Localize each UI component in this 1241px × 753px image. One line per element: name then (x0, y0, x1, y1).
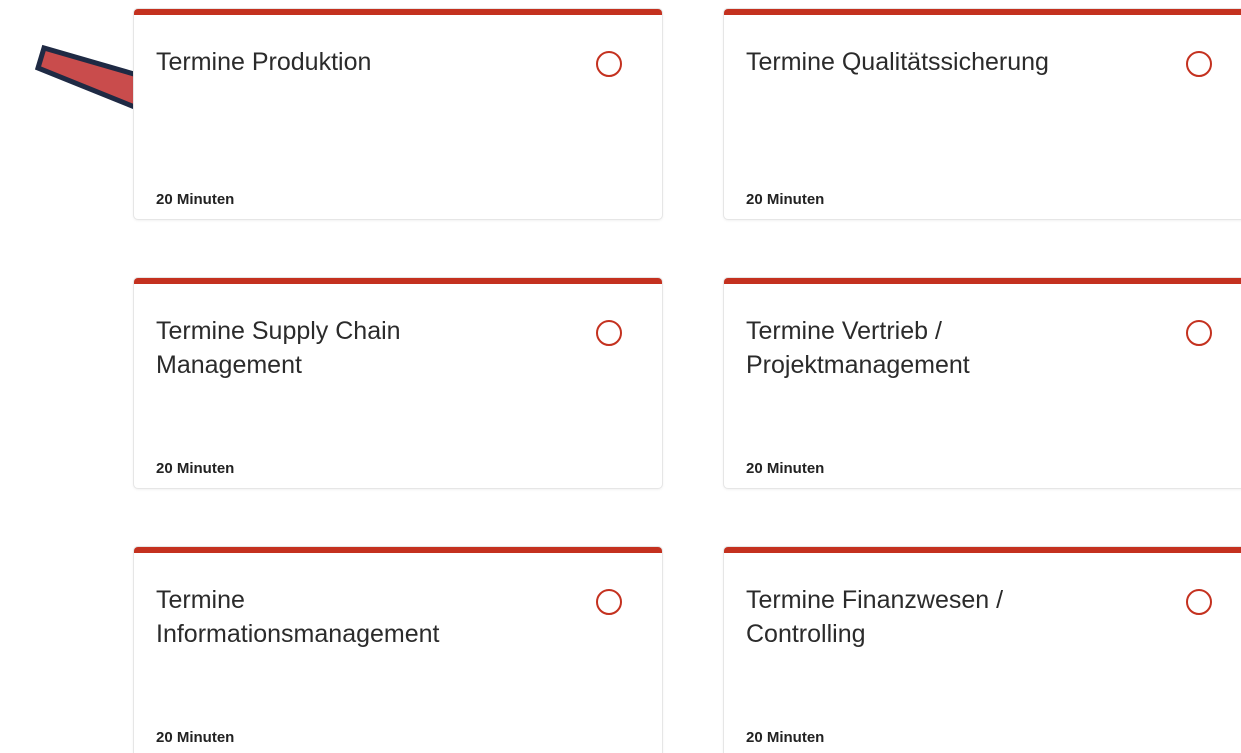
card-duration: 20 Minuten (156, 460, 235, 477)
card-termine-finanzwesen-controlling[interactable]: Termine Finanzwesen / Controlling 20 Min… (724, 547, 1241, 753)
card-duration: 20 Minuten (746, 191, 825, 208)
card-duration: 20 Minuten (746, 729, 825, 746)
card-termine-qualitaetssicherung[interactable]: Termine Qualitätssicherung 20 Minuten (724, 9, 1241, 219)
card-title: Termine Supply Chain Management (156, 317, 401, 379)
card-duration: 20 Minuten (156, 729, 235, 746)
card-title: Termine Finanzwesen / Controlling (746, 586, 1004, 648)
select-radio-icon[interactable] (1186, 51, 1212, 77)
select-radio-icon[interactable] (596, 589, 622, 615)
select-radio-icon[interactable] (1186, 320, 1212, 346)
card-title: Termine Informationsmanagement (156, 586, 440, 648)
card-title: Termine Vertrieb / Projektmanagement (746, 317, 970, 379)
card-duration: 20 Minuten (746, 460, 825, 477)
card-duration: 20 Minuten (156, 191, 235, 208)
select-radio-icon[interactable] (1186, 589, 1212, 615)
card-termine-supply-chain-management[interactable]: Termine Supply Chain Management 20 Minut… (134, 278, 662, 488)
card-title: Termine Qualitätssicherung (746, 48, 1049, 76)
page: Termine Produktion 20 Minuten Termine Qu… (0, 0, 1241, 753)
card-termine-produktion[interactable]: Termine Produktion 20 Minuten (134, 9, 662, 219)
card-title: Termine Produktion (156, 48, 372, 76)
card-termine-informationsmanagement[interactable]: Termine Informationsmanagement 20 Minute… (134, 547, 662, 753)
select-radio-icon[interactable] (596, 320, 622, 346)
card-termine-vertrieb-projektmanagement[interactable]: Termine Vertrieb / Projektmanagement 20 … (724, 278, 1241, 488)
select-radio-icon[interactable] (596, 51, 622, 77)
